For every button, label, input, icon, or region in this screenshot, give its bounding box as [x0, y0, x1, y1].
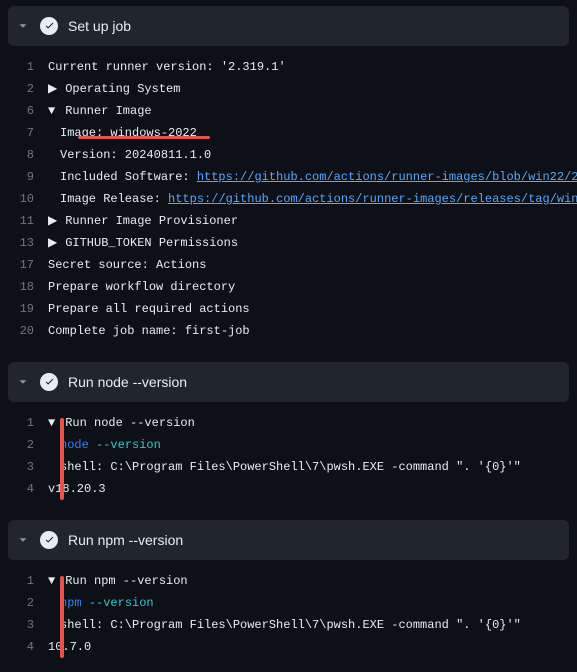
line-content: Prepare workflow directory: [48, 277, 235, 297]
line-content: Image: windows-2022: [48, 123, 197, 143]
annotation-underline: [78, 136, 210, 139]
log-line: 11▶ Runner Image Provisioner: [0, 210, 577, 232]
log-line: 1Current runner version: '2.319.1': [0, 56, 577, 78]
log-line: 2▶ Operating System: [0, 78, 577, 100]
line-number: 7: [0, 123, 48, 143]
line-content: ▼ Runner Image: [48, 101, 152, 121]
option-token: --version: [96, 438, 161, 452]
log-area-node: 1▼ Run node --version2node --version3she…: [0, 408, 577, 514]
annotation-vbar: [60, 418, 64, 500]
step-header-node[interactable]: Run node --version: [8, 362, 569, 402]
log-line: 17Secret source: Actions: [0, 254, 577, 276]
step-section-npm: Run npm --version 1▼ Run npm --version2n…: [0, 520, 577, 672]
step-section-setup: Set up job 1Current runner version: '2.3…: [0, 6, 577, 356]
line-number: 1: [0, 57, 48, 77]
log-link[interactable]: https://github.com/actions/runner-images…: [197, 170, 577, 184]
log-line: 20Complete job name: first-job: [0, 320, 577, 342]
triangle-right-icon[interactable]: ▶: [48, 233, 58, 253]
log-link[interactable]: https://github.com/actions/runner-images…: [168, 192, 577, 206]
line-content: v18.20.3: [48, 479, 106, 499]
line-number: 3: [0, 615, 48, 635]
line-content: Current runner version: '2.319.1': [48, 57, 286, 77]
log-line: 2npm --version: [0, 592, 577, 614]
line-content: Secret source: Actions: [48, 255, 206, 275]
triangle-down-icon[interactable]: ▼: [48, 571, 58, 591]
log-line: 3shell: C:\Program Files\PowerShell\7\pw…: [0, 456, 577, 478]
line-number: 10: [0, 189, 48, 209]
log-line: 1▼ Run node --version: [0, 412, 577, 434]
line-content: Version: 20240811.1.0: [48, 145, 211, 165]
check-icon: [40, 531, 58, 549]
line-number: 3: [0, 457, 48, 477]
triangle-right-icon[interactable]: ▶: [48, 211, 58, 231]
line-number: 19: [0, 299, 48, 319]
line-number: 4: [0, 637, 48, 657]
line-content: Complete job name: first-job: [48, 321, 250, 341]
line-number: 6: [0, 101, 48, 121]
line-number: 11: [0, 211, 48, 231]
line-content: ▶ Runner Image Provisioner: [48, 211, 238, 231]
log-line: 18Prepare workflow directory: [0, 276, 577, 298]
option-token: --version: [89, 596, 154, 610]
line-number: 4: [0, 479, 48, 499]
line-content: Image Release: https://github.com/action…: [48, 189, 577, 209]
line-number: 2: [0, 435, 48, 455]
step-header-npm[interactable]: Run npm --version: [8, 520, 569, 560]
command-token: node: [60, 438, 89, 452]
line-content: ▼ Run npm --version: [48, 571, 188, 591]
log-area-setup: 1Current runner version: '2.319.1'2▶ Ope…: [0, 52, 577, 356]
log-line: 4v18.20.3: [0, 478, 577, 500]
annotation-vbar: [60, 576, 64, 658]
log-line: 2node --version: [0, 434, 577, 456]
log-line: 19Prepare all required actions: [0, 298, 577, 320]
triangle-down-icon[interactable]: ▼: [48, 101, 58, 121]
line-content: Prepare all required actions: [48, 299, 250, 319]
log-line: 7Image: windows-2022: [0, 122, 577, 144]
log-line: 9Included Software: https://github.com/a…: [0, 166, 577, 188]
chevron-down-icon: [16, 375, 30, 389]
step-title: Run npm --version: [68, 532, 183, 548]
line-number: 8: [0, 145, 48, 165]
line-number: 1: [0, 571, 48, 591]
line-content: ▼ Run node --version: [48, 413, 195, 433]
line-content: 10.7.0: [48, 637, 91, 657]
line-content: shell: C:\Program Files\PowerShell\7\pws…: [48, 457, 521, 477]
chevron-down-icon: [16, 533, 30, 547]
line-content: Included Software: https://github.com/ac…: [48, 167, 577, 187]
line-content: ▶ GITHUB_TOKEN Permissions: [48, 233, 238, 253]
line-number: 9: [0, 167, 48, 187]
line-number: 17: [0, 255, 48, 275]
line-content: shell: C:\Program Files\PowerShell\7\pws…: [48, 615, 521, 635]
log-line: 1▼ Run npm --version: [0, 570, 577, 592]
line-number: 13: [0, 233, 48, 253]
check-icon: [40, 373, 58, 391]
step-header-setup[interactable]: Set up job: [8, 6, 569, 46]
log-line: 6▼ Runner Image: [0, 100, 577, 122]
chevron-down-icon: [16, 19, 30, 33]
line-content: node --version: [48, 435, 161, 455]
log-line: 10Image Release: https://github.com/acti…: [0, 188, 577, 210]
line-number: 20: [0, 321, 48, 341]
log-line: 8Version: 20240811.1.0: [0, 144, 577, 166]
triangle-down-icon[interactable]: ▼: [48, 413, 58, 433]
line-number: 2: [0, 79, 48, 99]
line-number: 1: [0, 413, 48, 433]
log-area-npm: 1▼ Run npm --version2npm --version3shell…: [0, 566, 577, 672]
log-line: 410.7.0: [0, 636, 577, 658]
step-title: Run node --version: [68, 374, 187, 390]
triangle-right-icon[interactable]: ▶: [48, 79, 58, 99]
line-number: 18: [0, 277, 48, 297]
log-line: 3shell: C:\Program Files\PowerShell\7\pw…: [0, 614, 577, 636]
log-line: 13▶ GITHUB_TOKEN Permissions: [0, 232, 577, 254]
step-section-node: Run node --version 1▼ Run node --version…: [0, 362, 577, 514]
check-icon: [40, 17, 58, 35]
step-title: Set up job: [68, 18, 131, 34]
line-number: 2: [0, 593, 48, 613]
line-content: ▶ Operating System: [48, 79, 180, 99]
